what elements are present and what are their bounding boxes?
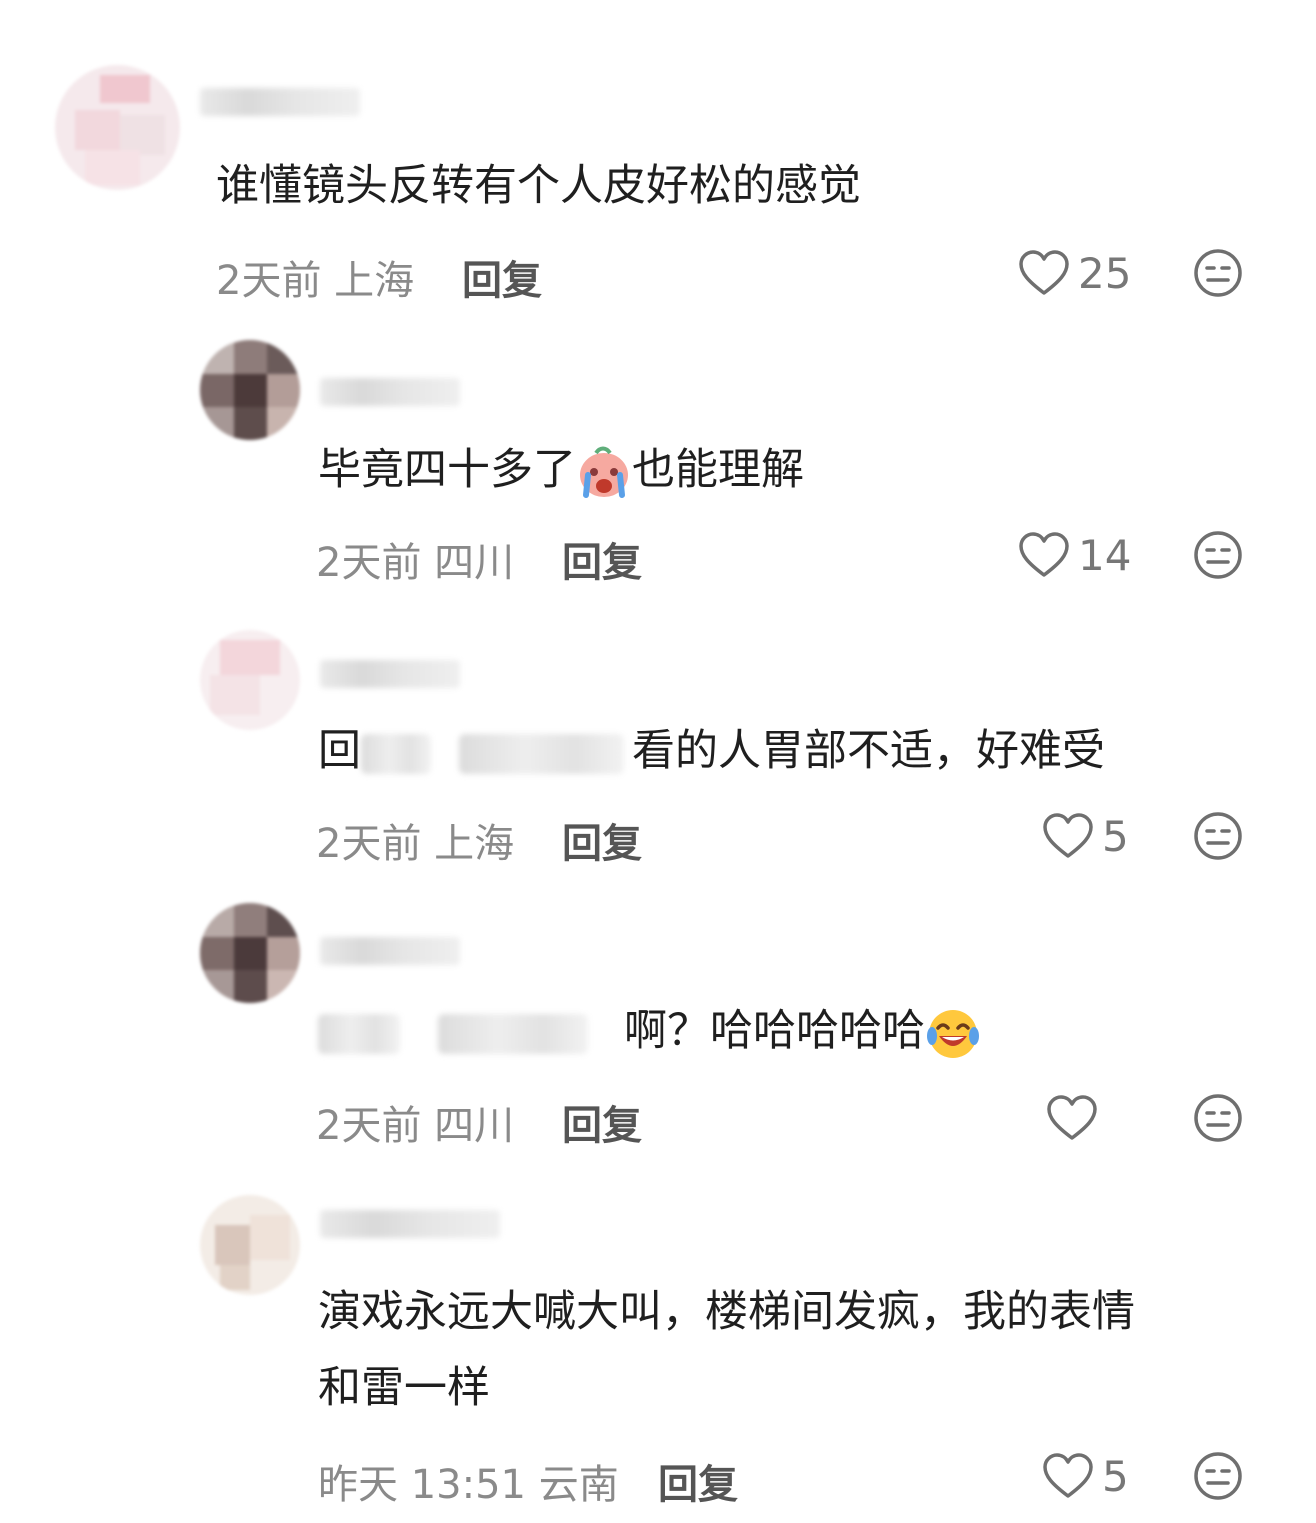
- comment-text-part: 毕竟四十多了: [318, 445, 576, 495]
- comment-meta: 2天前 上海: [216, 248, 414, 306]
- comment-4: 啊？哈哈哈哈哈 2天前 四川 回复: [0, 895, 1316, 1165]
- mention-blurred[interactable]: [438, 1013, 588, 1054]
- comment-meta: 昨天 13:51 云南: [318, 1452, 619, 1510]
- comment-meta: 2天前 四川: [316, 1093, 514, 1151]
- like-count: 5: [1102, 1451, 1129, 1501]
- heart-icon: [1019, 532, 1069, 577]
- comment-text-line-2: 和雷一样: [318, 1363, 490, 1413]
- username-blurred[interactable]: [320, 937, 460, 965]
- dislike-face-icon[interactable]: [1192, 247, 1244, 299]
- comment-location: 云南: [538, 1462, 619, 1508]
- dislike-face-icon[interactable]: [1192, 529, 1244, 581]
- username-blurred[interactable]: [200, 88, 360, 116]
- comment-text: 谁懂镜头反转有个人皮好松的感觉: [216, 161, 861, 211]
- like-button[interactable]: 25: [1018, 245, 1131, 301]
- username-blurred[interactable]: [320, 378, 460, 406]
- heart-icon: [1043, 1453, 1093, 1498]
- heart-icon: [1047, 1095, 1097, 1140]
- crying-face-emoji-icon: [580, 446, 628, 498]
- comment-meta: 2天前 四川: [316, 530, 514, 588]
- like-button[interactable]: 14: [1018, 527, 1131, 583]
- comment-text: 回 看的人胃部不适，好难受: [318, 715, 1105, 787]
- comment-meta: 2天前 上海: [316, 811, 514, 869]
- comment-time: 2天前: [316, 1103, 422, 1149]
- comment-text-part: 也能理解: [632, 445, 804, 495]
- avatar[interactable]: [200, 630, 300, 730]
- like-button[interactable]: [1046, 1090, 1106, 1146]
- comment-text-part: 啊？哈哈哈哈哈: [624, 1006, 925, 1056]
- comment-5: 演戏永远大喊大叫，楼梯间发疯，我的表情 和雷一样 昨天 13:51 云南 回复 …: [0, 1180, 1316, 1523]
- comment-location: 上海: [334, 258, 415, 304]
- avatar[interactable]: [200, 340, 300, 440]
- avatar[interactable]: [200, 903, 300, 1003]
- heart-icon: [1019, 250, 1069, 295]
- heart-icon: [1043, 813, 1093, 858]
- comment-location: 四川: [434, 1103, 515, 1149]
- reply-button[interactable]: 回复: [658, 1452, 738, 1510]
- username-blurred[interactable]: [320, 1210, 500, 1238]
- comment-time: 2天前: [316, 821, 422, 867]
- reply-prefix: 回: [318, 726, 361, 776]
- avatar[interactable]: [200, 1195, 300, 1295]
- mention-blurred[interactable]: [318, 1013, 400, 1054]
- username-blurred[interactable]: [320, 660, 460, 688]
- dislike-face-icon[interactable]: [1192, 810, 1244, 862]
- comment-text: 毕竟四十多了 也能理解: [318, 434, 804, 506]
- dislike-face-icon[interactable]: [1192, 1450, 1244, 1502]
- like-button[interactable]: 5: [1042, 1448, 1129, 1504]
- like-count: 5: [1102, 811, 1129, 861]
- like-count: 14: [1078, 530, 1132, 580]
- reply-button[interactable]: 回复: [562, 530, 642, 588]
- comment-2: 毕竟四十多了 也能理解 2天前 四川 回复 14: [0, 330, 1316, 600]
- mention-blurred[interactable]: [459, 733, 624, 774]
- dislike-face-icon[interactable]: [1192, 1092, 1244, 1144]
- comment-text-line-1: 演戏永远大喊大叫，楼梯间发疯，我的表情: [318, 1287, 1135, 1337]
- reply-button[interactable]: 回复: [562, 811, 642, 869]
- comment-text: 啊？哈哈哈哈哈: [318, 995, 981, 1067]
- comment-text-part: 看的人胃部不适，好难受: [632, 726, 1105, 776]
- tears-of-joy-emoji-icon: [927, 1009, 979, 1058]
- comment-3: 回 看的人胃部不适，好难受 2天前 上海 回复 5: [0, 615, 1316, 885]
- like-button[interactable]: 5: [1042, 808, 1129, 864]
- comment-location: 上海: [434, 821, 515, 867]
- like-count: 25: [1078, 248, 1132, 298]
- comment-1: 谁懂镜头反转有个人皮好松的感觉 2天前 上海 回复 25: [0, 0, 1316, 320]
- reply-button[interactable]: 回复: [562, 1093, 642, 1151]
- comment-time: 2天前: [216, 258, 322, 304]
- comment-time: 2天前: [316, 540, 422, 586]
- comment-location: 四川: [434, 540, 515, 586]
- comment-time: 昨天 13:51: [318, 1462, 526, 1508]
- avatar[interactable]: [55, 65, 180, 190]
- reply-button[interactable]: 回复: [462, 248, 542, 306]
- mention-blurred[interactable]: [361, 733, 431, 774]
